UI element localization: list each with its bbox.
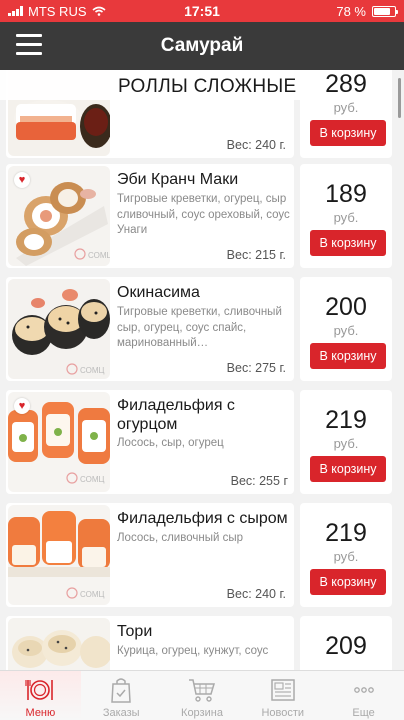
tab-orders[interactable]: Заказы xyxy=(81,671,162,720)
product-price: 289 xyxy=(325,70,367,98)
svg-text:СОМЦ: СОМЦ xyxy=(88,251,110,260)
tab-bar: Меню Заказы Корзина Новости Еще xyxy=(0,670,404,720)
product-card[interactable]: СОМЦ Филадельфия с сыром Лосось, сливочн… xyxy=(6,503,294,607)
price-box: 219 руб. В корзину xyxy=(300,390,392,494)
product-item: СОМЦ ♥ Филадельфия с огурцом Лосось, сыр… xyxy=(6,390,398,494)
add-to-cart-button[interactable]: В корзину xyxy=(310,230,386,256)
favorite-heart-icon[interactable]: ♥ xyxy=(14,172,30,188)
tab-label: Новости xyxy=(261,707,305,719)
product-name: Окинасима xyxy=(117,284,200,301)
product-card[interactable]: СОМЦ ♥ Эби Кранч Маки Тигровые креветки,… xyxy=(6,164,294,268)
signal-icon xyxy=(8,6,23,16)
add-to-cart-button[interactable]: В корзину xyxy=(310,120,386,146)
product-description: Тигровые креветки, сливочный сыр, огурец… xyxy=(117,306,282,349)
price-currency: руб. xyxy=(333,549,359,564)
product-name: Тори xyxy=(117,623,153,640)
product-name: Филадельфия с огурцом xyxy=(117,397,235,433)
price-box: 219 руб. В корзину xyxy=(300,503,392,607)
product-description: Лосось, сливочный сыр xyxy=(117,532,243,544)
add-to-cart-button[interactable]: В корзину xyxy=(310,569,386,595)
price-box: 200 руб. В корзину xyxy=(300,277,392,381)
product-image: СОМЦ xyxy=(8,505,110,605)
product-image: СОМЦ ♥ xyxy=(8,166,110,266)
tab-menu[interactable]: Меню xyxy=(0,671,81,720)
product-price: 219 xyxy=(325,519,367,547)
product-card[interactable]: СОМЦ Окинасима Тигровые креветки, сливоч… xyxy=(6,277,294,381)
product-weight: Вес: 215 г. xyxy=(226,248,286,262)
product-price: 219 xyxy=(325,406,367,434)
tab-label: Заказы xyxy=(102,707,140,719)
hamburger-menu-icon[interactable] xyxy=(16,34,42,56)
price-currency: руб. xyxy=(333,100,359,115)
tab-label: Еще xyxy=(352,707,375,719)
battery-icon xyxy=(372,5,398,17)
price-currency: руб. xyxy=(333,436,359,451)
product-price: 189 xyxy=(325,180,367,208)
price-box: 289 руб. В корзину xyxy=(300,70,392,158)
scroll-indicator[interactable] xyxy=(398,78,401,118)
newspaper-icon xyxy=(271,679,295,701)
battery-percent: 78 % xyxy=(336,3,366,19)
svg-text:СОМЦ: СОМЦ xyxy=(80,590,104,599)
tab-label: Меню xyxy=(25,707,56,719)
product-item: СОМЦ Филадельфия с сыром Лосось, сливочн… xyxy=(6,503,398,607)
product-weight: Вес: 255 г xyxy=(230,474,288,488)
status-time: 17:51 xyxy=(184,3,220,19)
tab-news[interactable]: Новости xyxy=(242,671,323,720)
bag-icon xyxy=(111,678,131,703)
product-weight: Вес: 240 г. xyxy=(226,138,286,152)
price-box: 209 xyxy=(300,616,392,670)
status-bar: MTS RUS 17:51 78 % xyxy=(0,0,404,22)
svg-text:СОМЦ: СОМЦ xyxy=(80,475,104,484)
product-name: Филадельфия с сыром xyxy=(117,510,288,527)
price-currency: руб. xyxy=(333,323,359,338)
product-card[interactable]: СОМЦ ♥ Филадельфия с огурцом Лосось, сыр… xyxy=(6,390,294,494)
favorite-heart-icon[interactable]: ♥ xyxy=(14,398,30,414)
add-to-cart-button[interactable]: В корзину xyxy=(310,456,386,482)
add-to-cart-button[interactable]: В корзину xyxy=(310,343,386,369)
product-item: СОМЦ ♥ Эби Кранч Маки Тигровые креветки,… xyxy=(6,164,398,268)
cart-icon xyxy=(188,679,215,702)
product-image: СОМЦ ♥ xyxy=(8,392,110,492)
product-description: Курица, огурец, кунжут, соус xyxy=(117,645,269,657)
product-image xyxy=(8,618,110,670)
product-price: 209 xyxy=(325,632,367,660)
product-item: СОМЦ Окинасима Тигровые креветки, сливоч… xyxy=(6,277,398,381)
product-item: Тори Курица, огурец, кунжут, соус 209 xyxy=(6,616,398,670)
more-icon xyxy=(353,687,374,693)
tab-label: Корзина xyxy=(181,707,223,719)
product-name: Эби Кранч Маки xyxy=(117,171,239,188)
tab-cart[interactable]: Корзина xyxy=(162,671,243,720)
product-weight: Вес: 240 г. xyxy=(226,587,286,601)
price-box: 189 руб. В корзину xyxy=(300,164,392,268)
product-image: СОМЦ xyxy=(8,279,110,379)
product-card[interactable]: Тори Курица, огурец, кунжут, соус xyxy=(6,616,294,670)
section-title: РОЛЛЫ СЛОЖНЫЕ xyxy=(0,70,300,100)
product-weight: Вес: 275 г. xyxy=(226,361,286,375)
plate-icon xyxy=(25,680,54,700)
wifi-icon xyxy=(91,6,106,16)
carrier-name: MTS RUS xyxy=(28,3,87,19)
nav-bar: Самурай xyxy=(0,22,404,70)
product-price: 200 xyxy=(325,293,367,321)
price-currency: руб. xyxy=(333,210,359,225)
page-title: Самурай xyxy=(160,35,244,56)
product-description: Лосось, сыр, огурец xyxy=(117,437,224,449)
tab-more[interactable]: Еще xyxy=(323,671,404,720)
product-description: Тигровые креветки, огурец, сыр сливочный… xyxy=(117,193,290,236)
product-list[interactable]: РОЛЛЫ СЛОЖНЫЕ Вес: 240 г. 289 руб. В кор… xyxy=(0,70,404,670)
svg-text:СОМЦ: СОМЦ xyxy=(80,366,104,375)
